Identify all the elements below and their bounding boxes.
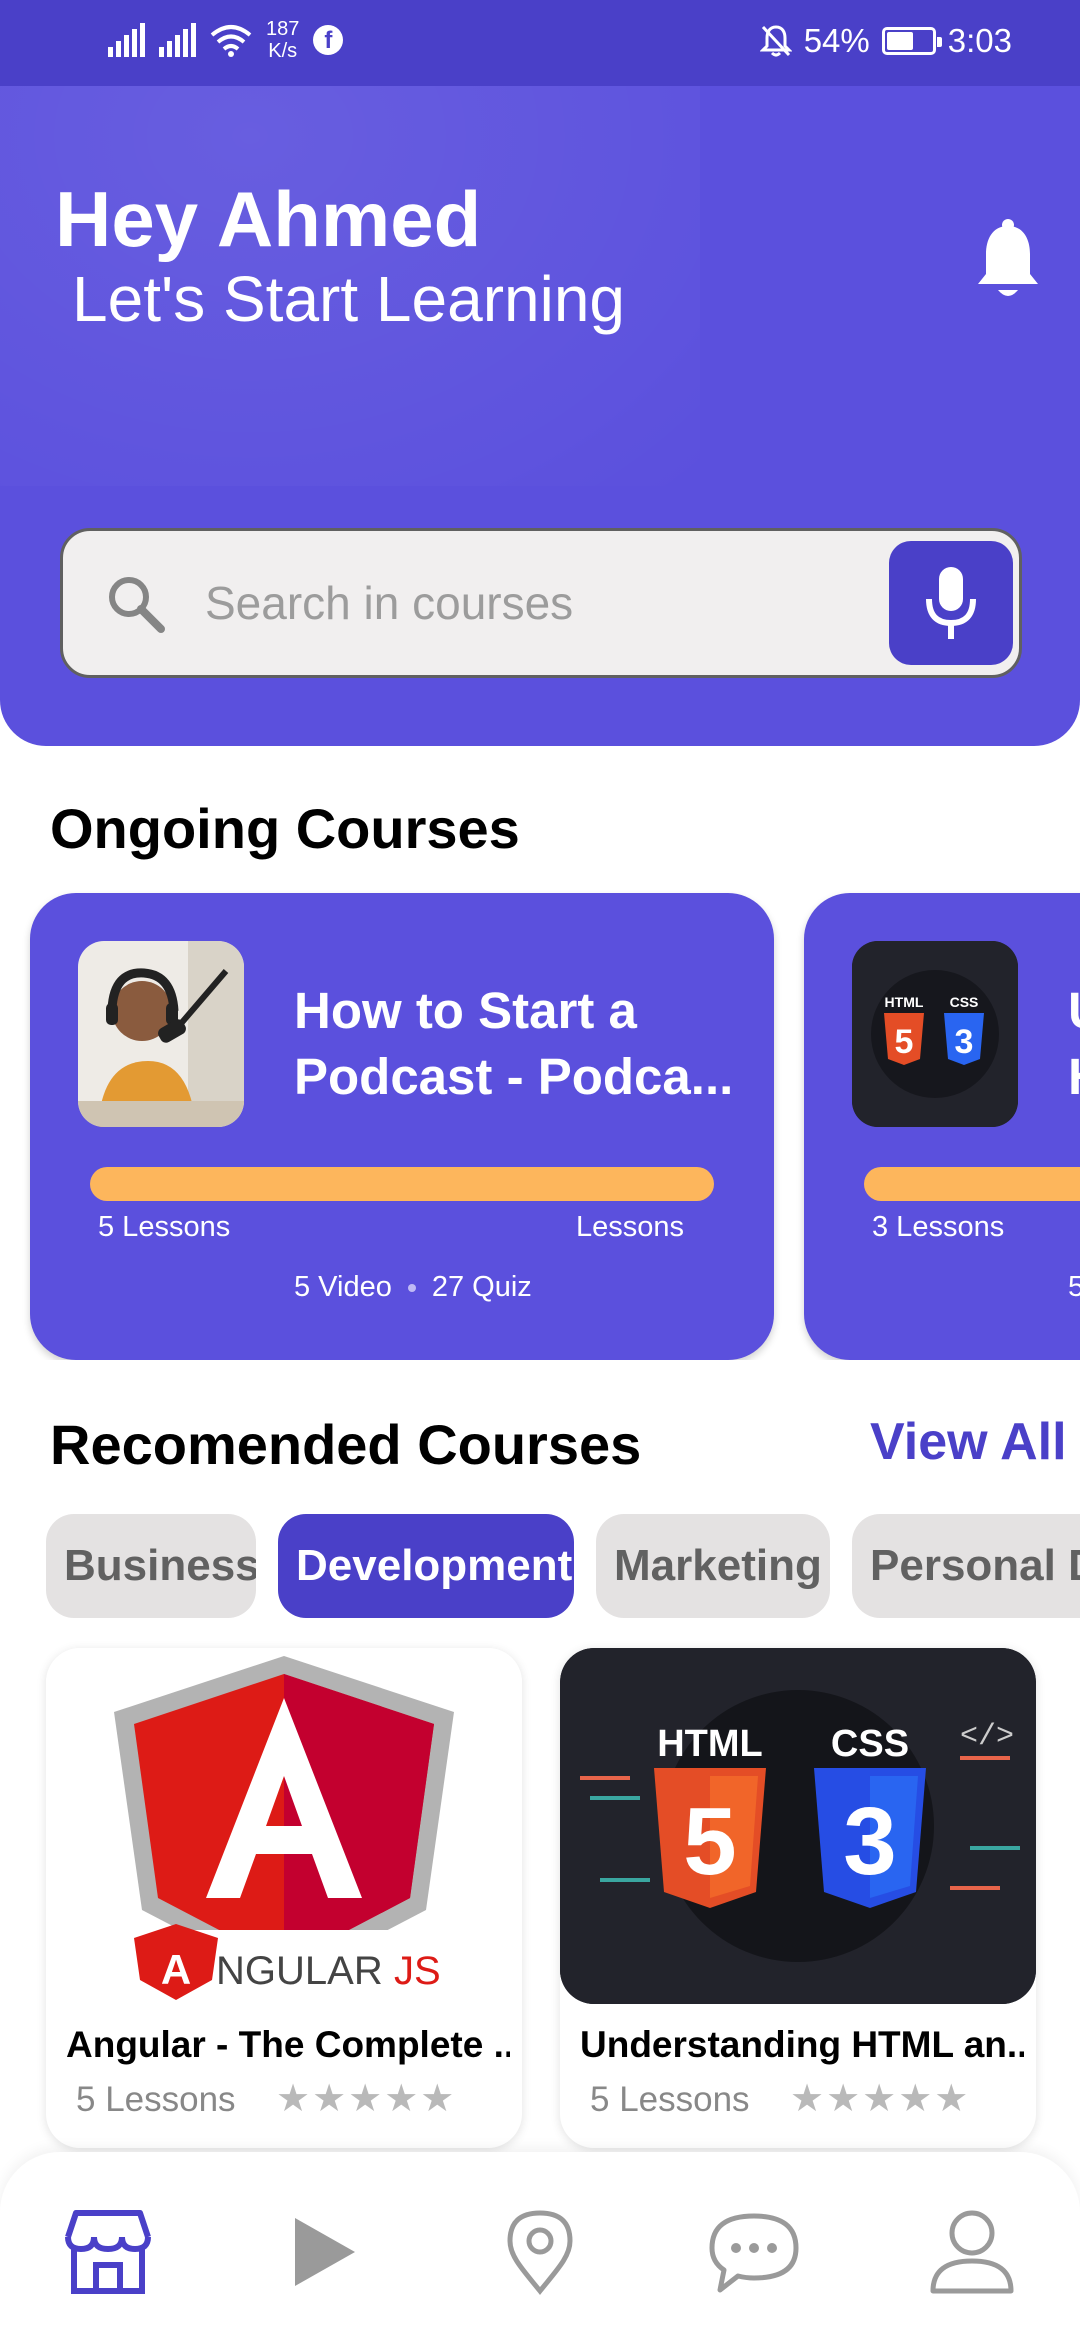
lessons-count: 5 Lessons <box>98 1211 231 1243</box>
store-icon <box>65 2210 151 2294</box>
lessons-count-2: 3 Lessons <box>872 1211 1005 1243</box>
greeting: Hey Ahmed <box>55 175 482 263</box>
status-right: 54% 3:03 <box>759 22 1012 60</box>
mic-icon <box>926 567 976 639</box>
html-badge-label: HTML <box>657 1723 763 1765</box>
recommended-course-card-2[interactable]: HTML CSS 5 3 </> Understanding HTML an..… <box>560 1648 1036 2148</box>
html-css-thumbnail: HTML CSS 5 3 <box>852 941 1018 1127</box>
clock: 3:03 <box>947 22 1012 59</box>
search-icon <box>109 577 165 633</box>
battery-percent: 54% <box>803 22 870 59</box>
course-meta-2: 5 <box>1068 1271 1080 1304</box>
network-speed: 187 K/s <box>266 18 299 62</box>
lessons-label: Lessons <box>575 1211 684 1243</box>
search-input[interactable] <box>205 561 925 645</box>
course-progress-bar-2 <box>864 1167 1080 1201</box>
course-meta: 5 Video 27 Quiz <box>294 1271 532 1304</box>
nav-store[interactable] <box>60 2204 156 2300</box>
angular-logo-js: JS <box>394 1949 441 1993</box>
mic-button[interactable] <box>889 541 1013 665</box>
chip-development[interactable]: Development <box>278 1514 574 1618</box>
html5-number: 5 <box>683 1788 736 1895</box>
svg-text:</>: </> <box>960 1720 1014 1754</box>
status-bar: 187 K/s f 54% 3:03 <box>0 0 1080 86</box>
thumb-html-text: HTML <box>885 994 924 1010</box>
wifi-icon <box>210 25 252 57</box>
thumb-css-text: CSS <box>950 994 979 1010</box>
location-icon <box>507 2210 573 2295</box>
video-count: 5 Video <box>294 1271 392 1303</box>
recommended-course-title-2: Understanding HTML an... <box>580 2024 1024 2065</box>
profile-icon <box>930 2210 1014 2294</box>
recommended-course-lessons-2: 5 Lessons <box>590 2080 750 2119</box>
signal-icon <box>108 23 145 57</box>
recommended-course-lessons: 5 Lessons <box>76 2080 236 2119</box>
podcast-thumbnail <box>78 941 244 1127</box>
rating-stars-2: ★★★★★ <box>790 2078 971 2120</box>
recommended-course-title: Angular - The Complete ... <box>66 2024 510 2065</box>
css3-number: 3 <box>843 1788 896 1895</box>
video-count-2: 5 <box>1068 1271 1080 1303</box>
html-css-course-thumbnail: HTML CSS 5 3 </> <box>560 1648 1036 2004</box>
mute-bell-icon <box>759 25 792 57</box>
ongoing-course-2-title-line1: U <box>1068 978 1080 1044</box>
bell-icon[interactable] <box>976 218 1040 304</box>
facebook-icon: f <box>313 25 344 55</box>
recommended-courses-title: Recomended Courses <box>50 1413 642 1476</box>
rating-stars: ★★★★★ <box>276 2078 457 2120</box>
css-badge-label: CSS <box>831 1723 909 1765</box>
chat-icon <box>709 2213 799 2293</box>
ongoing-courses-title: Ongoing Courses <box>50 797 520 860</box>
network-speed-value: 187 <box>266 18 300 40</box>
view-all-link[interactable]: View All <box>870 1412 1067 1472</box>
header: Hey Ahmed Let's Start Learning <box>0 86 1080 746</box>
ongoing-course-title: How to Start a Podcast - Podca... <box>294 978 754 1110</box>
nav-profile[interactable] <box>924 2204 1020 2300</box>
battery-fill <box>886 32 913 50</box>
bottom-navigation <box>0 2152 1080 2340</box>
status-left: 187 K/s f <box>108 18 344 62</box>
angular-logo-text: NGULAR <box>216 1949 383 1993</box>
nav-location[interactable] <box>492 2204 588 2300</box>
quiz-count: 27 Quiz <box>431 1271 532 1303</box>
ongoing-course-title-line2: Podcast - Podca... <box>294 1048 734 1105</box>
play-icon <box>295 2218 355 2286</box>
ongoing-course-2-title-line2: H <box>1068 1044 1080 1110</box>
meta-separator <box>407 1283 416 1292</box>
chip-business[interactable]: Business <box>46 1514 256 1618</box>
ongoing-courses-list[interactable]: How to Start a Podcast - Podca... 5 Less… <box>0 890 1080 1360</box>
battery-icon <box>881 27 942 55</box>
recommended-course-card[interactable]: A NGULAR JS Angular - The Complete ... 5… <box>46 1648 522 2148</box>
ongoing-course-title-2: U H <box>1068 978 1080 1110</box>
thumb-3-text: 3 <box>955 1023 974 1061</box>
subtitle: Let's Start Learning <box>72 263 625 335</box>
ongoing-course-title-line1: How to Start a <box>294 982 637 1039</box>
ongoing-course-card-2[interactable]: HTML CSS 5 3 U H 3 Lessons 5 <box>804 893 1080 1360</box>
nav-chat[interactable] <box>706 2204 802 2300</box>
chip-personal-development[interactable]: Personal D <box>852 1514 1080 1618</box>
network-speed-unit: K/s <box>268 40 298 62</box>
angular-thumbnail: A NGULAR JS <box>46 1648 522 2004</box>
chip-marketing[interactable]: Marketing <box>596 1514 830 1618</box>
angular-logo-a: A <box>161 1946 191 1993</box>
category-chips[interactable]: Business Development Marketing Personal … <box>0 1514 1080 1618</box>
course-progress-bar <box>90 1167 714 1201</box>
signal-icon-2 <box>159 23 196 57</box>
thumb-5-text: 5 <box>895 1023 914 1061</box>
nav-play[interactable] <box>276 2204 372 2300</box>
search-bar[interactable] <box>60 528 1022 678</box>
ongoing-course-card[interactable]: How to Start a Podcast - Podca... 5 Less… <box>30 893 774 1360</box>
